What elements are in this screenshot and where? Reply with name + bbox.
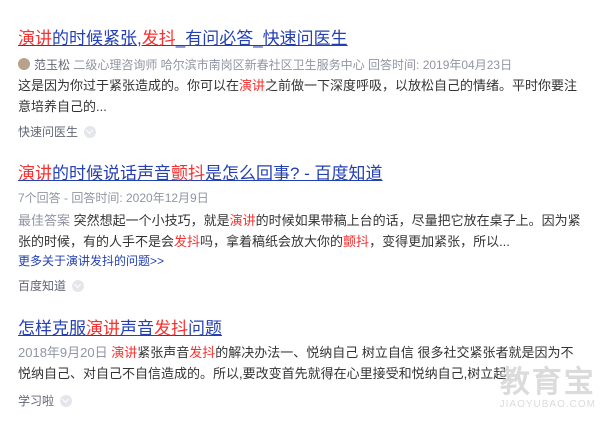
title-highlight: 演讲: [86, 319, 120, 338]
source-name: 学习啦: [18, 394, 55, 408]
result-1-title-link[interactable]: 演讲的时候紧张,发抖_有问必答_快速问医生: [18, 28, 584, 50]
search-result-2: 演讲的时候说话声音颤抖是怎么回事? - 百度知道 7个回答 - 回答时间: 20…: [18, 163, 584, 294]
title-highlight: 演讲: [18, 29, 52, 48]
title-highlight: 颤抖: [171, 164, 205, 183]
source-name: 百度知道: [18, 279, 67, 293]
chevron-down-icon[interactable]: [84, 126, 97, 138]
author-info: 二级心理咨询师 哈尔滨市南岗区新春社区卫生服务中心 回答时间: 2019年04月…: [70, 58, 513, 72]
title-text: 是怎么回事? - 百度知道: [205, 164, 383, 183]
chevron-down-icon[interactable]: [60, 395, 73, 407]
title-text: 的时候紧张,: [52, 29, 142, 48]
more-questions-link[interactable]: 更多关于演讲发抖的问题>>: [18, 252, 584, 270]
title-text: 问题: [188, 319, 222, 338]
result-date: 2018年9月20日: [18, 345, 108, 360]
search-result-1: 演讲的时候紧张,发抖_有问必答_快速问医生 范玉松 二级心理咨询师 哈尔滨市南岗…: [18, 28, 584, 140]
chevron-down-icon[interactable]: [72, 280, 85, 292]
best-answer-label: 最佳答案: [18, 213, 71, 228]
title-highlight: 发抖: [141, 29, 176, 48]
watermark-logo: 教育宝 JIAOYUBAO.COM: [499, 366, 596, 411]
avatar: [18, 58, 30, 70]
result-1-meta: 范玉松 二级心理咨询师 哈尔滨市南岗区新春社区卫生服务中心 回答时间: 2019…: [18, 56, 584, 74]
title-text: _有问必答_快速问医生: [175, 29, 348, 48]
title-text: 怎样克服: [18, 319, 86, 338]
title-highlight: 发抖: [154, 319, 188, 338]
source-name: 快速问医生: [18, 125, 79, 139]
result-2-source[interactable]: 百度知道: [18, 278, 584, 294]
title-text: 的时候说话声音: [52, 164, 171, 183]
title-text: 声音: [120, 319, 154, 338]
author-name: 范玉松: [34, 58, 71, 72]
result-2-meta: 7个回答 - 回答时间: 2020年12月9日: [18, 191, 209, 205]
title-highlight: 演讲: [18, 164, 52, 183]
result-2-title-link[interactable]: 演讲的时候说话声音颤抖是怎么回事? - 百度知道: [18, 163, 584, 185]
result-1-abstract: 这是因为你过于紧张造成的。你可以在演讲之前做一下深度呼吸，以放松自己的情绪。平时…: [18, 78, 578, 114]
result-2-abstract: 最佳答案 突然想起一个小技巧，就是演讲的时候如果带稿上台的话，尽量把它放在桌子上…: [18, 213, 581, 249]
result-1-source[interactable]: 快速问医生: [18, 124, 584, 140]
result-3-title-link[interactable]: 怎样克服演讲声音发抖问题: [18, 318, 584, 340]
